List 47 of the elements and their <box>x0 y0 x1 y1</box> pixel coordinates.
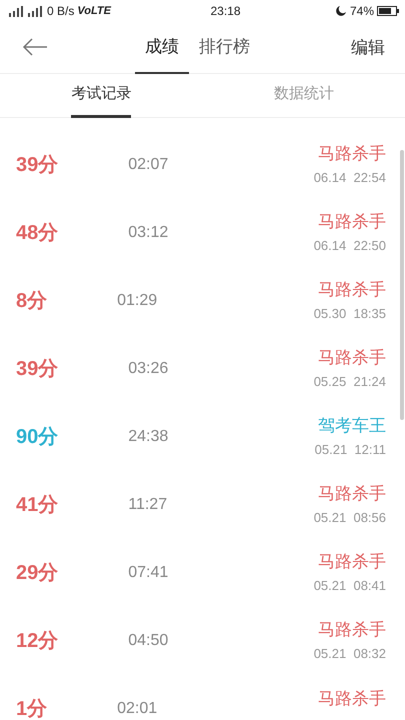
volte-label: VoLTE <box>77 4 111 19</box>
exam-date: 05.21 12:11 <box>314 441 386 460</box>
edit-button[interactable]: 编辑 <box>351 35 385 60</box>
score: 8分 <box>16 289 48 314</box>
duration: 07:41 <box>128 563 168 583</box>
exam-date: 05.21 08:32 <box>314 645 386 664</box>
duration: 03:12 <box>128 223 168 243</box>
duration: 24:38 <box>128 427 168 447</box>
sub-tab[interactable]: 考试记录 <box>71 74 132 118</box>
scrollbar[interactable] <box>400 150 404 420</box>
score: 48分 <box>16 221 58 246</box>
score: 90分 <box>16 425 58 450</box>
duration: 11:27 <box>128 495 168 515</box>
score: 39分 <box>16 153 58 178</box>
battery-percent: 74% <box>350 3 374 20</box>
score: 39分 <box>16 357 58 382</box>
header-tab[interactable]: 排行榜 <box>189 22 260 74</box>
result-title: 马路杀手 <box>318 143 386 166</box>
header-tab[interactable]: 成绩 <box>135 22 189 74</box>
duration: 03:26 <box>128 359 168 379</box>
result-title: 马路杀手 <box>318 279 386 302</box>
network-speed: 0 B/s <box>47 3 74 20</box>
result-title: 马路杀手 <box>318 211 386 234</box>
exam-date: 05.21 08:56 <box>314 509 386 528</box>
result-title: 马路杀手 <box>318 483 386 506</box>
exam-date: 05.25 21:24 <box>314 373 386 392</box>
duration: 02:01 <box>117 699 158 719</box>
result-title: 马路杀手 <box>318 619 386 642</box>
result-title: 驾考车王 <box>318 415 386 438</box>
clock: 23:18 <box>209 3 242 20</box>
exam-date: 05.21 08:41 <box>314 577 386 596</box>
exam-date: 06.14 22:54 <box>314 169 386 188</box>
score: 29分 <box>16 561 58 586</box>
result-title: 马路杀手 <box>318 347 386 370</box>
duration: 04:50 <box>128 631 168 651</box>
exam-date: 05.30 18:35 <box>314 305 386 324</box>
score: 41分 <box>16 493 58 518</box>
result-title: 马路杀手 <box>318 688 386 710</box>
signal-icon <box>6 6 44 16</box>
moon-icon <box>334 5 347 17</box>
duration: 02:07 <box>128 155 168 175</box>
battery-icon <box>377 6 399 16</box>
score: 12分 <box>16 629 58 654</box>
score: 1分 <box>16 697 48 720</box>
duration: 01:29 <box>117 291 158 311</box>
result-title: 马路杀手 <box>318 551 386 574</box>
exam-date: 06.14 22:50 <box>314 237 386 256</box>
